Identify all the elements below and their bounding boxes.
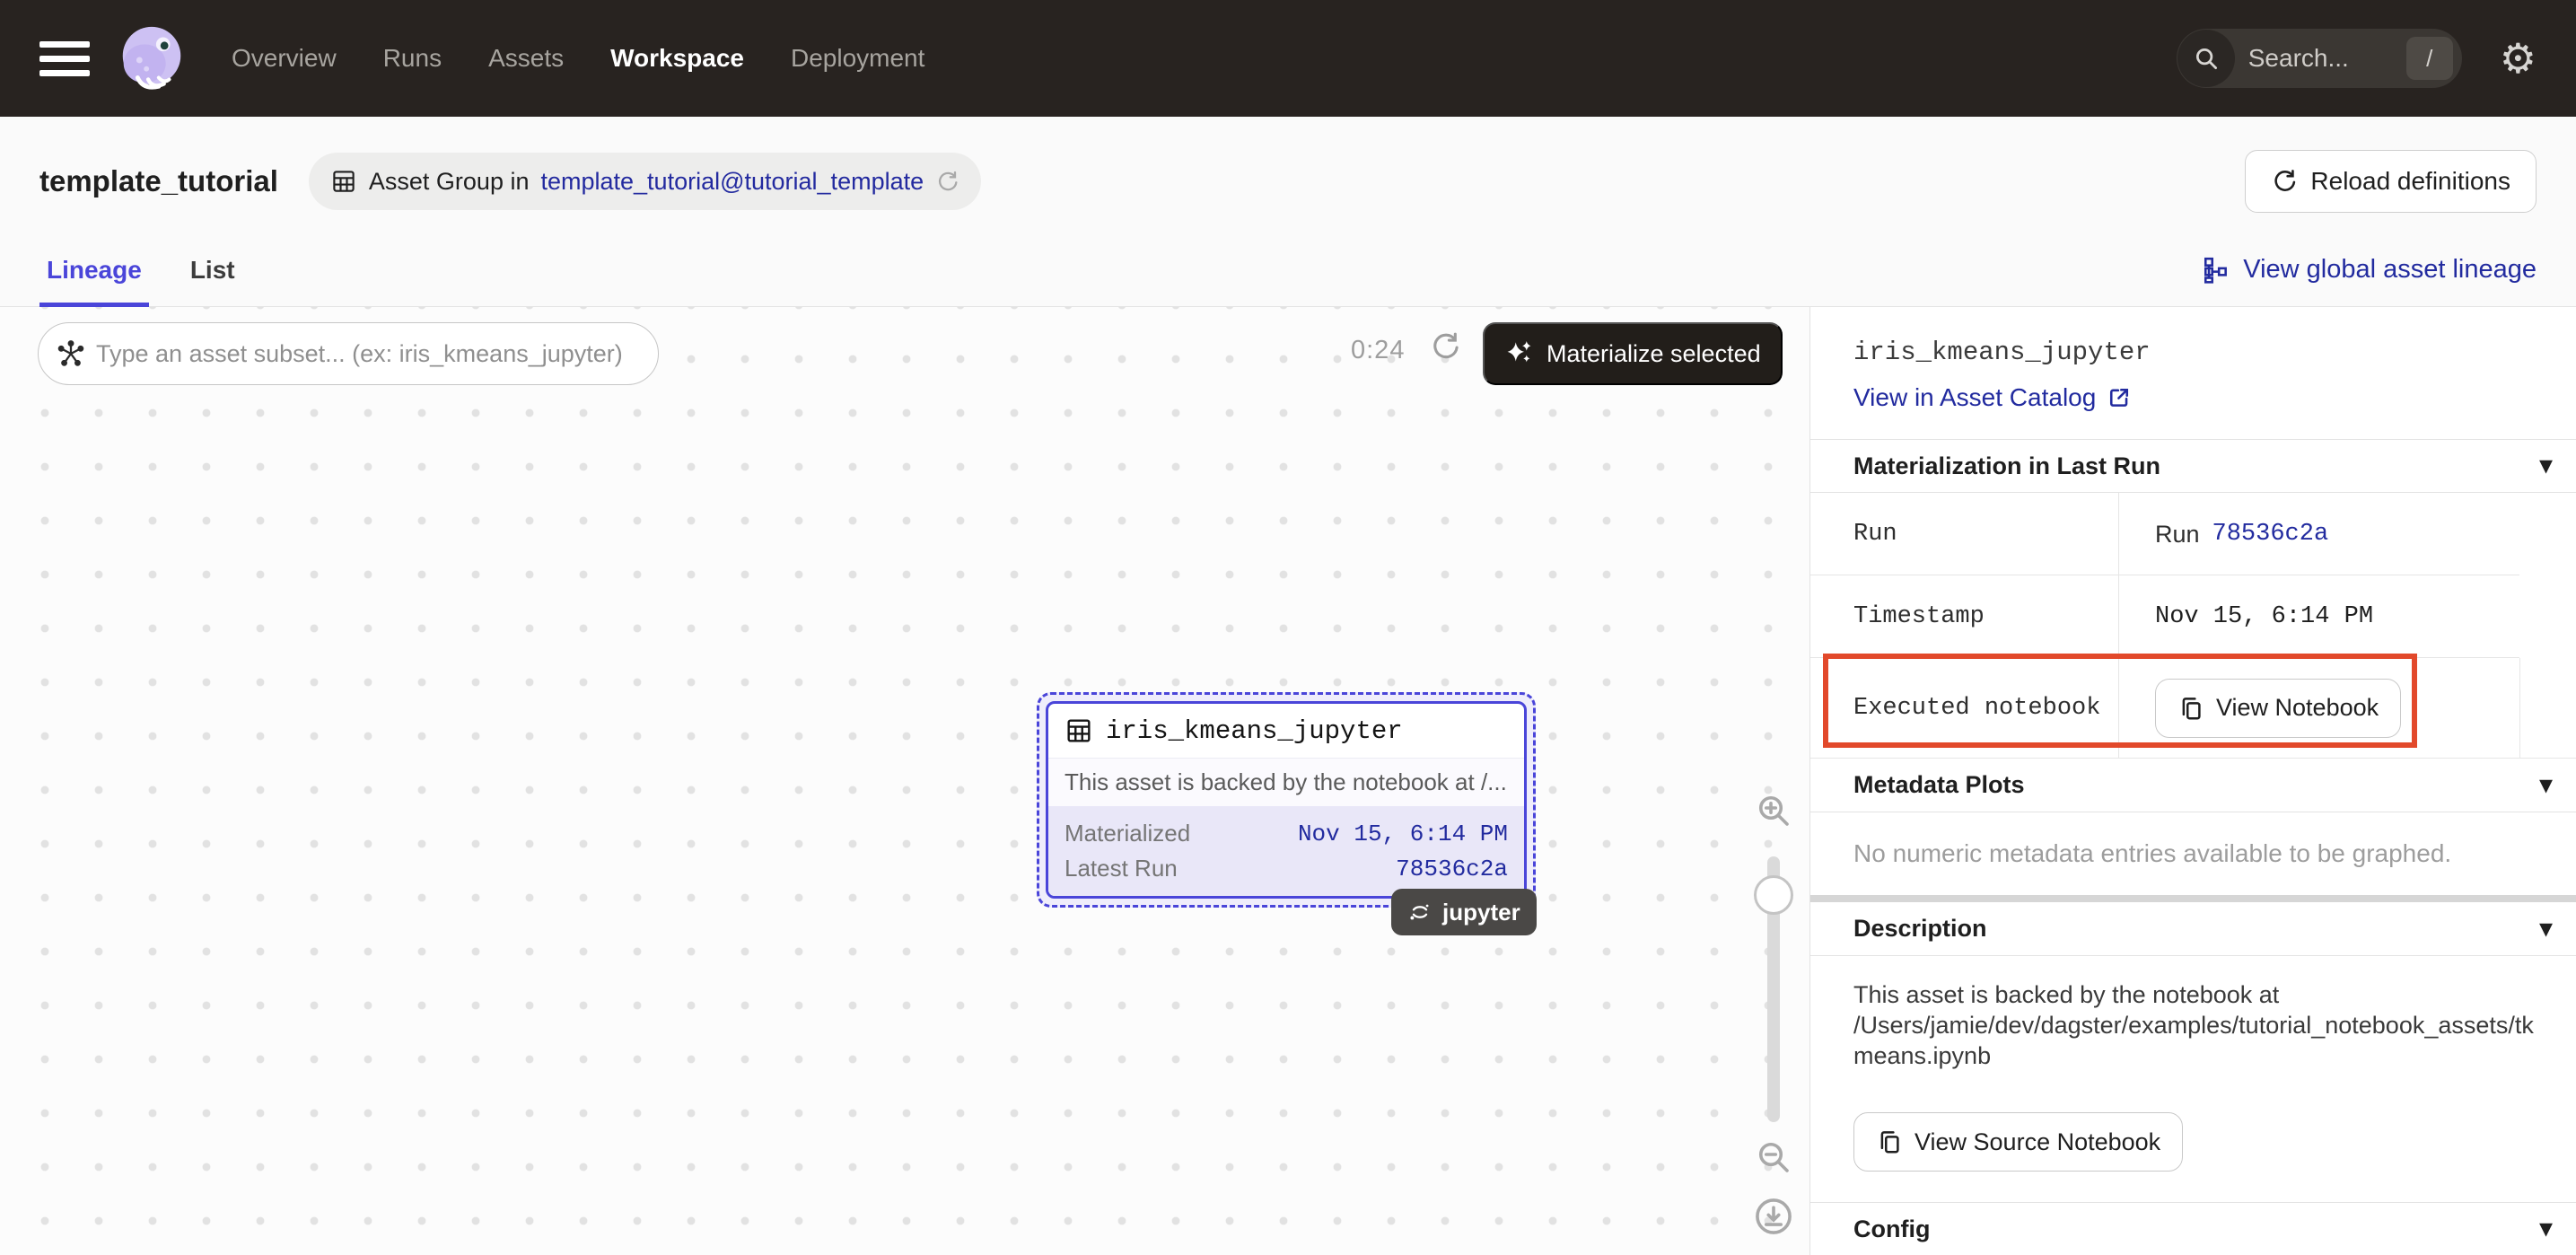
asset-node-selection[interactable]: iris_kmeans_jupyter This asset is backed… [1037, 692, 1536, 908]
view-global-asset-lineage-link[interactable]: View global asset lineage [2202, 255, 2537, 306]
section-materialization-in-last-run[interactable]: Materialization in Last Run ▾ [1810, 439, 2576, 493]
nav-item-deployment[interactable]: Deployment [791, 44, 924, 73]
view-notebook-button[interactable]: View Notebook [2155, 679, 2401, 738]
tabs-row: Lineage List View global asset lineage [0, 214, 2576, 307]
kind-tag-jupyter[interactable]: jupyter [1391, 889, 1537, 935]
view-source-notebook-label: View Source Notebook [1914, 1128, 2160, 1156]
materialization-section-title: Materialization in Last Run [1853, 452, 2160, 480]
latest-run-link[interactable]: 78536c2a [1396, 856, 1508, 882]
sidebar-asset-title: iris_kmeans_jupyter [1853, 338, 2533, 367]
main-nav: Overview Runs Assets Workspace Deploymen… [232, 44, 924, 73]
dagster-logo[interactable] [113, 20, 190, 97]
global-search[interactable]: / [2177, 29, 2462, 88]
octopus-logo-icon [113, 20, 190, 97]
nav-item-workspace[interactable]: Workspace [610, 44, 744, 73]
chevron-down-icon: ▾ [2539, 772, 2553, 799]
asset-node-iris-kmeans-jupyter[interactable]: iris_kmeans_jupyter This asset is backed… [1046, 701, 1527, 899]
run-value-prefix: Run [2155, 521, 2200, 549]
asset-group-badge: Asset Group in template_tutorial@tutoria… [309, 153, 981, 210]
refresh-icon [2271, 168, 2298, 195]
asset-subset-filter[interactable] [38, 322, 659, 385]
external-link-icon [2107, 385, 2132, 410]
row-key-run: Run [1810, 493, 2119, 575]
table-row-timestamp: Timestamp Nov 15, 6:14 PM [1810, 575, 2576, 658]
reload-location-icon[interactable] [935, 170, 959, 194]
metadata-plots-empty-text: No numeric metadata entries available to… [1810, 812, 2576, 895]
lineage-graph-icon [2202, 256, 2230, 285]
zoom-controls [1752, 792, 1795, 1237]
materialized-value: Nov 15, 6:14 PM [1298, 821, 1508, 847]
view-notebook-label: View Notebook [2216, 694, 2379, 722]
sparkles-icon [1504, 338, 1535, 369]
top-nav: Overview Runs Assets Workspace Deploymen… [0, 0, 2576, 117]
nav-item-overview[interactable]: Overview [232, 44, 337, 73]
asset-node-description: This asset is backed by the notebook at … [1048, 758, 1524, 806]
timestamp-value: Nov 15, 6:14 PM [2155, 603, 2373, 630]
section-config[interactable]: Config ▾ [1810, 1202, 2576, 1255]
nav-item-assets[interactable]: Assets [488, 44, 564, 73]
tab-list[interactable]: List [183, 256, 242, 307]
view-in-asset-catalog-link[interactable]: View in Asset Catalog [1853, 383, 2533, 412]
zoom-out-button[interactable] [1755, 1138, 1792, 1176]
view-in-asset-catalog-label: View in Asset Catalog [1853, 383, 2096, 412]
refresh-timer: 0:24 [1351, 336, 1405, 365]
download-image-button[interactable] [1753, 1196, 1794, 1237]
metadata-plots-title: Metadata Plots [1853, 771, 2025, 799]
chevron-down-icon: ▾ [2539, 452, 2553, 479]
asset-node-stats: Materialized Nov 15, 6:14 PM Latest Run … [1048, 806, 1524, 896]
description-title: Description [1853, 915, 1987, 943]
nav-item-runs[interactable]: Runs [383, 44, 442, 73]
materialized-label: Materialized [1065, 820, 1190, 847]
page-title: template_tutorial [39, 164, 278, 198]
latest-run-label: Latest Run [1065, 855, 1178, 882]
tab-lineage[interactable]: Lineage [39, 256, 149, 307]
lineage-graph-canvas[interactable]: 0:24 Materialize selected [0, 307, 1810, 1255]
asset-sidebar: iris_kmeans_jupyter View in Asset Catalo… [1810, 307, 2576, 1255]
reload-definitions-label: Reload definitions [2310, 167, 2510, 196]
main-area: 0:24 Materialize selected [0, 307, 2576, 1255]
config-title: Config [1853, 1216, 1930, 1243]
view-global-asset-lineage-label: View global asset lineage [2243, 255, 2537, 285]
page-header: template_tutorial Asset Group in templat… [0, 117, 2576, 214]
chevron-down-icon: ▾ [2539, 916, 2553, 943]
settings-gear-icon[interactable]: ⚙ [2500, 38, 2537, 79]
kind-tag-label: jupyter [1442, 899, 1520, 926]
section-metadata-plots[interactable]: Metadata Plots ▾ [1810, 759, 2576, 812]
asset-group-link[interactable]: template_tutorial@tutorial_template [540, 168, 924, 196]
asset-subset-input[interactable] [96, 340, 640, 368]
table-row-executed-notebook: Executed notebook View Notebook [1810, 658, 2576, 759]
hamburger-menu-icon[interactable] [39, 41, 90, 76]
table-row-run: Run Run 78536c2a [1810, 493, 2576, 575]
notebook-copy-icon [1876, 1128, 1903, 1155]
description-text: This asset is backed by the notebook at … [1853, 979, 2545, 1071]
materialize-selected-button[interactable]: Materialize selected [1483, 322, 1783, 385]
row-key-timestamp: Timestamp [1810, 575, 2119, 658]
materialize-selected-label: Materialize selected [1546, 340, 1761, 368]
row-key-executed-notebook: Executed notebook [1810, 658, 2119, 758]
section-description[interactable]: Description ▾ [1810, 902, 2576, 956]
asset-group-label: Asset Group in [369, 168, 530, 196]
asset-group-grid-icon [330, 168, 357, 195]
zoom-in-button[interactable] [1755, 792, 1792, 829]
zoom-slider[interactable] [1752, 856, 1795, 1122]
search-input[interactable] [2236, 44, 2406, 73]
chevron-down-icon: ▾ [2539, 1216, 2553, 1242]
reload-definitions-button[interactable]: Reload definitions [2245, 150, 2537, 213]
refresh-graph-icon[interactable] [1429, 330, 1461, 363]
table-asset-icon [1065, 716, 1093, 745]
jupyter-icon [1407, 900, 1433, 925]
section-divider [1810, 895, 2576, 902]
run-id-link[interactable]: 78536c2a [2212, 521, 2329, 548]
search-icon [2177, 30, 2235, 87]
view-source-notebook-button[interactable]: View Source Notebook [1853, 1112, 2183, 1172]
notebook-copy-icon [2177, 695, 2204, 722]
zoom-slider-knob[interactable] [1754, 875, 1793, 915]
search-shortcut-key: / [2406, 37, 2453, 80]
op-selector-icon [57, 339, 85, 368]
asset-node-name: iris_kmeans_jupyter [1106, 716, 1403, 746]
